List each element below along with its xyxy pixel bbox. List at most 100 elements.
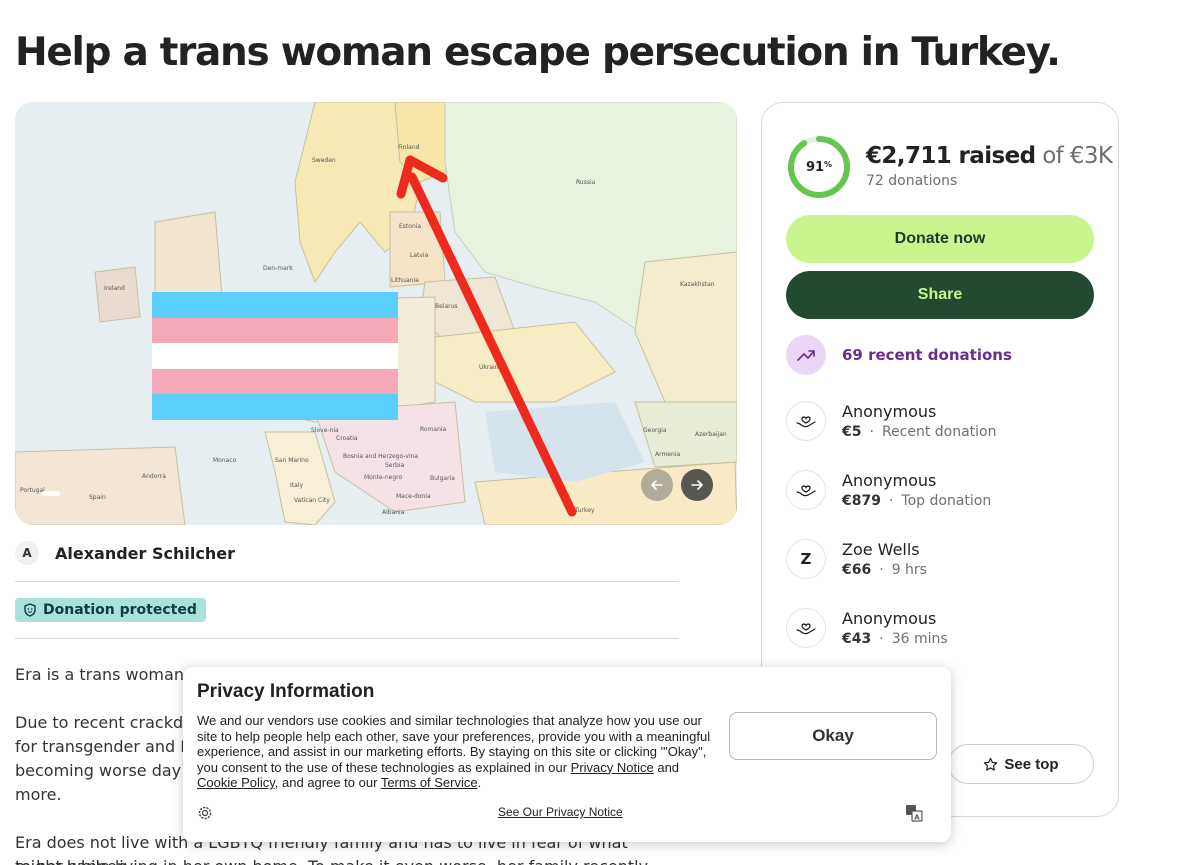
- map-label: Latvia: [410, 252, 429, 259]
- privacy-text: We and our vendors use cookies and simil…: [197, 713, 717, 791]
- privacy-notice-link[interactable]: Privacy Notice: [571, 760, 654, 775]
- donation-protected-badge[interactable]: Donation protected: [15, 598, 206, 622]
- carousel-next-button[interactable]: [681, 469, 713, 501]
- see-privacy-notice-link[interactable]: See Our Privacy Notice: [498, 805, 623, 819]
- map-label: San Marino: [275, 457, 309, 464]
- donor-amount: €5: [842, 424, 862, 440]
- svg-text:A: A: [914, 814, 920, 822]
- map-label: Armenia: [655, 451, 680, 458]
- donor-meta: €879 · Top donation: [842, 493, 992, 509]
- donor-item: Anonymous €43 · 36 mins: [786, 608, 948, 648]
- privacy-banner: Privacy Information We and our vendors u…: [183, 667, 951, 842]
- heart-hand-icon: [786, 401, 826, 441]
- map-label: Romania: [420, 426, 447, 433]
- donor-amount: €879: [842, 493, 881, 509]
- donor-amount: €66: [842, 562, 872, 578]
- terms-of-service-link[interactable]: Terms of Service: [381, 775, 478, 790]
- map-label: Den-mark: [263, 265, 293, 272]
- progress-percent: 91%: [786, 134, 852, 200]
- donor-note: Recent donation: [881, 424, 997, 440]
- donate-now-button[interactable]: Donate now: [786, 215, 1094, 263]
- organizer-avatar: A: [15, 541, 39, 565]
- raised-amount: €2,711 raised: [866, 143, 1036, 169]
- donor-meta: €66 · 9 hrs: [842, 562, 927, 578]
- page-title: Help a trans woman escape persecution in…: [15, 30, 1061, 75]
- donor-item: Anonymous €5 · Recent donation: [786, 401, 997, 441]
- donor-meta: €43 · 36 mins: [842, 631, 948, 647]
- see-top-label: See top: [1004, 755, 1059, 773]
- donor-name: Anonymous: [842, 609, 937, 628]
- divider: [15, 638, 679, 639]
- arrow-right-icon: [691, 480, 703, 490]
- donor-avatar: Z: [786, 539, 826, 579]
- carousel-prev-button[interactable]: [641, 469, 673, 501]
- organizer[interactable]: A Alexander Schilcher: [15, 541, 235, 565]
- map-label: Estonia: [399, 223, 421, 230]
- donation-count: 72 donations: [866, 173, 958, 189]
- map-label: Croatia: [336, 435, 358, 442]
- share-button[interactable]: Share: [786, 271, 1094, 319]
- see-top-button[interactable]: See top: [948, 744, 1094, 784]
- map-label: Finland: [398, 144, 420, 151]
- map-label: Monte-negro: [364, 474, 402, 481]
- donor-note: Top donation: [901, 493, 992, 509]
- map-label: Kazakhstan: [680, 281, 715, 288]
- map-label: Lithuania: [391, 277, 419, 284]
- goal-amount: of €3K: [1042, 143, 1113, 169]
- cookie-policy-link[interactable]: Cookie Policy: [197, 775, 275, 790]
- map-label: Spain: [89, 494, 106, 501]
- map-label: Russia: [576, 179, 596, 186]
- badge-label: Donation protected: [43, 602, 197, 618]
- divider: [15, 581, 679, 582]
- donor-item: Anonymous €879 · Top donation: [786, 470, 991, 510]
- privacy-title: Privacy Information: [197, 681, 375, 702]
- heart-hand-icon: [786, 608, 826, 648]
- trending-icon: [786, 335, 826, 375]
- recent-donations-label[interactable]: 69 recent donations: [842, 346, 1012, 364]
- arrow-left-icon: [651, 480, 663, 490]
- map-label: Bosnia and Herzego-vina: [343, 453, 418, 460]
- donor-name: Anonymous: [842, 471, 937, 490]
- privacy-body: and: [653, 759, 680, 775]
- map-label: Georgia: [643, 427, 667, 434]
- map-label: Mace-donia: [396, 493, 431, 500]
- percent-sign: %: [824, 159, 833, 169]
- shield-icon: [24, 603, 36, 617]
- amount-raised: €2,711 raised of €3K: [866, 143, 1113, 169]
- map-label: Ireland: [104, 285, 125, 292]
- donor-item: Z Zoe Wells €66 · 9 hrs: [786, 539, 927, 579]
- map-label: Azerbaijan: [695, 431, 727, 438]
- europe-map-image: Sweden Finland Russia Estonia Latvia Lit…: [15, 102, 737, 525]
- trans-flag: [152, 292, 398, 420]
- recent-donations[interactable]: 69 recent donations: [786, 335, 1012, 375]
- map-label: Sweden: [312, 157, 336, 164]
- map-label: Belarus: [435, 303, 458, 310]
- carousel-indicator: [42, 491, 60, 496]
- map-label: Albania: [382, 509, 405, 516]
- donor-meta: €5 · Recent donation: [842, 424, 997, 440]
- map-label: Vatican City: [294, 497, 330, 504]
- privacy-body: , and agree to our: [274, 775, 381, 790]
- map-label: Turkey: [574, 507, 595, 514]
- organizer-name[interactable]: Alexander Schilcher: [55, 544, 235, 563]
- translate-icon[interactable]: A: [905, 804, 923, 822]
- star-icon: [984, 757, 998, 771]
- map-label: Slove-nia: [311, 427, 339, 434]
- okay-button[interactable]: Okay: [729, 712, 937, 760]
- map-label: Monaco: [213, 457, 237, 464]
- donor-name: Anonymous: [842, 402, 937, 421]
- gear-icon[interactable]: [197, 805, 213, 821]
- percent-value: 91: [805, 159, 825, 175]
- map-label: Bulgaria: [430, 475, 455, 482]
- donor-note: 36 mins: [891, 631, 948, 647]
- map-label: Italy: [290, 482, 303, 489]
- privacy-body: .: [477, 775, 482, 790]
- donor-amount: €43: [842, 631, 872, 647]
- donor-note: 9 hrs: [891, 562, 927, 578]
- campaign-image[interactable]: Sweden Finland Russia Estonia Latvia Lit…: [15, 102, 737, 525]
- map-label: Andorra: [142, 473, 166, 480]
- donor-name: Zoe Wells: [842, 540, 920, 559]
- map-label: Serbia: [385, 462, 404, 469]
- story-line: to her while living in her own home. To …: [15, 855, 679, 865]
- heart-hand-icon: [786, 470, 826, 510]
